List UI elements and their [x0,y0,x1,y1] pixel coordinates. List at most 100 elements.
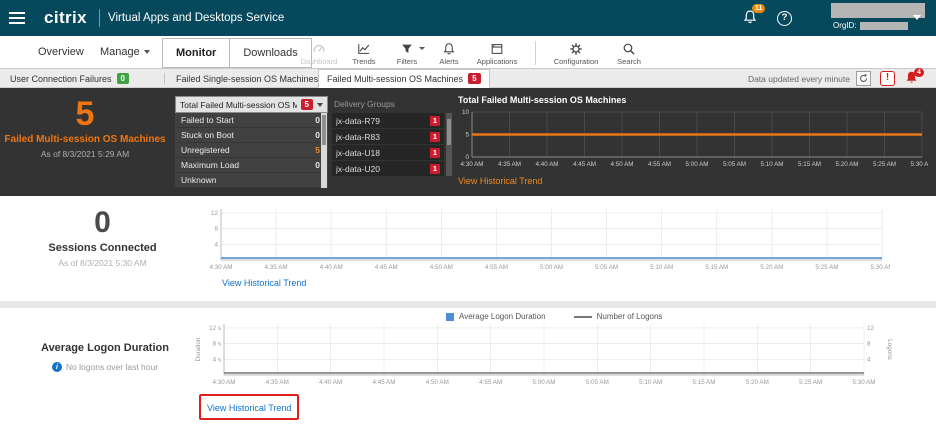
filters-icon [400,42,414,56]
average-logon-duration-panel: Average Logon Duration i No logons over … [0,308,936,424]
delivery-group-row[interactable]: jx-data-U18 1 [332,145,444,160]
failure-category-count: 0 [315,115,320,125]
as-of-timestamp: As of 8/3/2021 5:30 AM [0,258,205,268]
hamburger-menu-button[interactable] [0,0,34,36]
data-updated-text: Data updated every minute [748,74,850,84]
tab-monitor[interactable]: Monitor [163,39,229,67]
org-id-row: OrgID: [833,21,908,30]
svg-text:12: 12 [211,210,219,217]
alarm-alerts-button[interactable]: 4 [904,70,924,87]
failure-category-row[interactable]: Failed to Start 0 [175,113,328,128]
sessions-connected-chart: 4:30 AM4:35 AM4:40 AM4:45 AM4:50 AM4:55 … [205,201,890,273]
toolbar-filters-label: Filters [397,57,417,66]
failure-category-dropdown[interactable]: Total Failed Multi-session OS Ma... 5 [175,96,328,113]
filter-user-connection-failures[interactable]: User Connection Failures 0 [2,69,137,88]
svg-text:4:30 AM: 4:30 AM [460,161,483,168]
sessions-connected-panel: 0 Sessions Connected As of 8/3/2021 5:30… [0,196,936,301]
delivery-group-name: jx-data-U20 [336,164,430,174]
failed-machines-count: 5 [0,95,170,133]
svg-text:5:05 AM: 5:05 AM [586,379,609,386]
toolbar-dashboard[interactable]: Dashboard [295,40,343,66]
toolbar-configuration[interactable]: Configuration [546,40,606,66]
failure-category-row[interactable]: Unknown [175,173,328,188]
citrix-monitor-page: citrix Virtual Apps and Desktops Service… [0,0,936,424]
info-icon: i [52,362,62,372]
help-button[interactable]: ? [777,11,792,26]
failure-category-row[interactable]: Unregistered 5 [175,143,328,158]
filter-failed-multi-session[interactable]: Failed Multi-session OS Machines 5 [318,69,490,88]
svg-text:4:35 AM: 4:35 AM [266,379,289,386]
delivery-group-name: jx-data-U18 [336,148,430,158]
failure-category-row[interactable]: Maximum Load 0 [175,158,328,173]
svg-text:4:50 AM: 4:50 AM [430,264,453,271]
alerts-bell-icon [442,42,456,56]
dropdown-count-badge: 5 [301,99,313,110]
logo-divider [99,9,100,27]
primary-nav: Overview Manage Monitor Downloads Dashbo… [0,36,936,69]
toolbar-alerts[interactable]: Alerts [429,40,469,66]
delivery-group-row[interactable]: jx-data-R79 1 [332,113,444,128]
svg-text:5:15 AM: 5:15 AM [692,379,715,386]
search-icon [622,42,636,56]
logon-summary: Average Logon Duration i No logons over … [0,308,210,372]
delivery-group-count-badge: 1 [430,164,440,174]
svg-text:4:35 AM: 4:35 AM [498,161,521,168]
failed-machines-title: Failed Multi-session OS Machines [0,134,170,145]
toolbar-search-label: Search [617,57,641,66]
scrollbar-thumb[interactable] [322,115,326,145]
redacted-account-name [831,3,925,18]
toolbar-applications[interactable]: Applications [469,40,525,66]
alarm-count-badge: 4 [914,68,924,77]
delivery-group-count-badge: 1 [430,116,440,126]
failed-chart-title: Total Failed Multi-session OS Machines [458,95,626,105]
toolbar-search[interactable]: Search [606,40,652,66]
failure-category-row[interactable]: Stuck on Boot 0 [175,128,328,143]
toolbar-trends[interactable]: Trends [343,40,385,66]
toolbar-filters[interactable]: Filters [385,40,429,66]
svg-text:12: 12 [867,325,875,332]
failure-category-count: 5 [315,145,320,155]
svg-text:4:55 AM: 4:55 AM [485,264,508,271]
warning-alert-button[interactable]: ! [880,71,895,86]
svg-text:4:30 AM: 4:30 AM [209,264,232,271]
view-historical-trend-link-logon[interactable]: View Historical Trend [207,403,291,413]
svg-text:5:05 AM: 5:05 AM [723,161,746,168]
svg-text:5:20 AM: 5:20 AM [760,264,783,271]
svg-text:5:00 AM: 5:00 AM [532,379,555,386]
failure-category-label: Failed to Start [181,115,315,125]
svg-text:5:20 AM: 5:20 AM [746,379,769,386]
svg-text:Duration: Duration [195,337,202,361]
svg-text:5:10 AM: 5:10 AM [650,264,673,271]
svg-text:4:55 AM: 4:55 AM [648,161,671,168]
delivery-groups-scrollbar[interactable] [446,113,452,176]
svg-text:4:30 AM: 4:30 AM [212,379,235,386]
svg-text:5:05 AM: 5:05 AM [595,264,618,271]
sessions-title: Sessions Connected [0,242,205,254]
filter-divider [164,73,165,84]
failed-machines-panel: 5 Failed Multi-session OS Machines As of… [0,88,936,196]
delivery-group-count-badge: 1 [430,132,440,142]
svg-text:4:40 AM: 4:40 AM [319,379,342,386]
view-historical-trend-link-failed[interactable]: View Historical Trend [458,176,542,186]
monitor-toolbar: Dashboard Trends Filters Alerts Applicat… [295,36,652,69]
chevron-down-icon [419,47,425,50]
svg-text:12 s: 12 s [209,325,221,332]
notifications-button[interactable]: 11 [742,9,764,31]
sessions-count: 0 [0,206,205,240]
alert-filter-bar: User Connection Failures 0 Failed Single… [0,69,936,88]
tab-manage[interactable]: Manage [100,36,150,68]
scrollbar-thumb[interactable] [447,119,451,145]
delivery-group-row[interactable]: jx-data-R83 1 [332,129,444,144]
toolbar-divider [535,41,536,65]
view-historical-trend-link-sessions[interactable]: View Historical Trend [222,278,306,288]
delivery-group-name: jx-data-R83 [336,132,430,142]
svg-text:8: 8 [214,226,218,233]
toolbar-trends-label: Trends [352,57,375,66]
filter-label: Failed Multi-session OS Machines [327,74,463,84]
chevron-down-icon [144,50,150,54]
refresh-button[interactable] [856,71,871,86]
account-chevron-down-icon[interactable] [913,15,921,20]
tab-overview[interactable]: Overview [38,36,84,68]
failure-list-scrollbar[interactable] [321,113,327,188]
delivery-group-row[interactable]: jx-data-U20 1 [332,161,444,176]
